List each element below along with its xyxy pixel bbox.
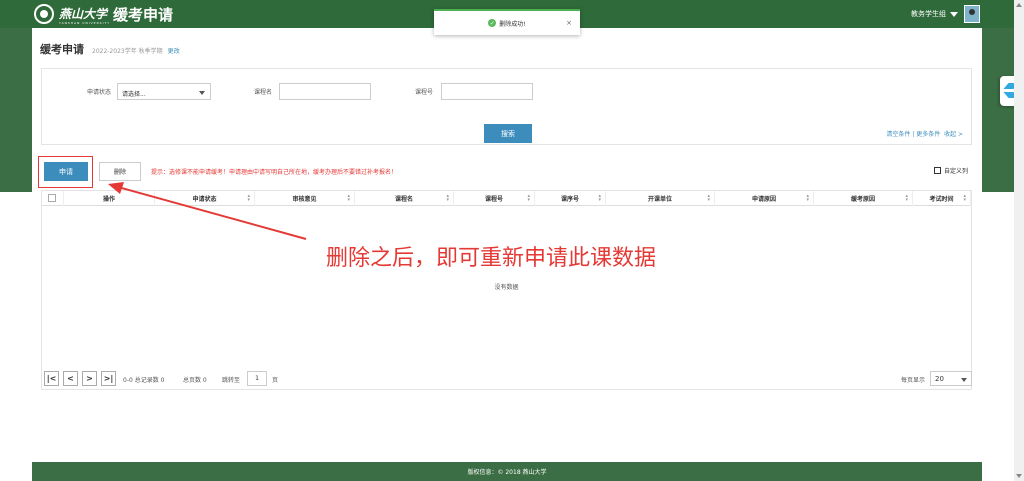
record-info: 0-0 总记录数 0: [123, 377, 165, 384]
caret-down-icon[interactable]: [950, 11, 958, 17]
clear-conditions-link[interactable]: 清空条件: [886, 131, 910, 138]
sort-icon: ▴ ▾: [963, 193, 966, 203]
sort-icon: ▴ ▾: [247, 193, 250, 203]
sort-icon: ▴ ▾: [598, 193, 601, 203]
table-header: 操作 申请状态 ▴ ▾ 审核意见 ▴ ▾ 课程名 ▴ ▾ 课程号 ▴ ▾ 课序号 ▴ ▾ 开课单位 ▴…: [42, 191, 971, 206]
per-page-value: 20: [935, 375, 944, 383]
check-icon: ✓: [488, 19, 497, 27]
column-label: 开课单位: [647, 196, 672, 203]
apply-button[interactable]: 申请: [44, 162, 88, 181]
last-page-button[interactable]: >|: [101, 371, 116, 386]
column-header-course-no[interactable]: 课程号 ▴ ▾: [454, 191, 535, 206]
per-page-label: 每页显示: [900, 377, 925, 384]
column-label: 课程名: [394, 196, 413, 203]
column-header-department[interactable]: 开课单位 ▴ ▾: [606, 191, 715, 206]
close-icon[interactable]: ×: [566, 19, 572, 27]
course-no-input[interactable]: [441, 83, 533, 100]
status-select-value: 请选择...: [122, 91, 146, 98]
page-scrollbar[interactable]: [1014, 0, 1024, 481]
column-label: 缓考原因: [850, 196, 875, 203]
avatar[interactable]: [964, 5, 980, 23]
annotation-text: 删除之后，即可重新申请此课数据: [326, 246, 657, 271]
jump-label: 跳转至: [222, 377, 241, 384]
first-page-button[interactable]: |<: [44, 371, 59, 386]
column-header-review[interactable]: 审核意见 ▴ ▾: [255, 191, 355, 206]
column-header-exam-time[interactable]: 考试时间 ▴ ▾: [913, 191, 971, 206]
sort-icon: ▴ ▾: [707, 193, 710, 203]
page-unit: 页: [272, 377, 279, 384]
sort-icon: ▴ ▾: [806, 193, 809, 203]
user-menu[interactable]: 教务学生组: [911, 5, 980, 23]
column-label: 申请原因: [751, 196, 776, 203]
sort-icon: ▴ ▾: [527, 193, 530, 203]
sort-icon: ▴ ▾: [446, 193, 449, 203]
select-all-cell: [42, 191, 64, 206]
column-label: 考试时间: [929, 196, 954, 203]
status-label: 申请状态: [87, 89, 112, 96]
per-page-select[interactable]: 20: [930, 371, 972, 386]
sort-icon: ▴ ▾: [347, 193, 350, 203]
change-term-link[interactable]: 更改: [168, 46, 180, 55]
search-links: 清空条件 | 更多条件 收起 >: [886, 131, 963, 138]
chevron-down-icon: [199, 91, 205, 95]
column-label: 操作: [102, 196, 115, 203]
toolbar: 申请 删除 提示：选修课不能申请缓考！申请理由中请写明自己所在地，缓考办理后不要…: [38, 156, 972, 188]
school-name: 燕山大学: [59, 7, 108, 21]
sort-icon: ▴ ▾: [905, 193, 908, 203]
success-toast: ✓ 删除成功! ×: [434, 9, 580, 35]
column-header-course-name[interactable]: 课程名 ▴ ▾: [355, 191, 454, 206]
search-button[interactable]: 搜索: [484, 124, 532, 143]
page-title: 缓考申请: [40, 43, 84, 56]
data-table: 操作 申请状态 ▴ ▾ 审核意见 ▴ ▾ 课程名 ▴ ▾ 课程号 ▴ ▾ 课序号 ▴ ▾ 开课单位 ▴…: [41, 190, 972, 390]
course-no-label: 课程号: [415, 89, 434, 96]
custom-columns-button[interactable]: 自定义列: [933, 166, 968, 175]
column-header-defer-reason[interactable]: 缓考原因 ▴ ▾: [814, 191, 913, 206]
scroll-up-icon[interactable]: [1016, 3, 1022, 7]
app-title: 缓考申请: [113, 5, 174, 24]
empty-message: 没有数据: [494, 284, 519, 291]
page-header: 缓考申请 2022-2023学年 秋季学期 更改: [40, 41, 180, 57]
collapse-link[interactable]: 收起 >: [944, 131, 963, 138]
select-all-checkbox[interactable]: [48, 194, 56, 202]
column-header-section-no[interactable]: 课序号 ▴ ▾: [535, 191, 606, 206]
term-label: 2022-2023学年 秋季学期: [92, 48, 163, 55]
jump-page-input[interactable]: 1: [247, 371, 267, 386]
next-page-button[interactable]: >: [82, 371, 97, 386]
pagination: |< < > >| 0-0 总记录数 0 总页数 0 跳转至 1 页 每页显示 …: [41, 369, 972, 389]
search-form: 申请状态 请选择... 课程名 课程号 搜索 清空条件 | 更多条件 收起 >: [41, 68, 972, 145]
school-english-name: YANSHAN UNIVERSITY: [59, 21, 111, 25]
tip-text: 提示：选修课不能申请缓考！申请理由中请写明自己所在地，缓考办理后不要错过补考报名…: [151, 169, 398, 176]
status-select[interactable]: 请选择...: [117, 83, 211, 100]
course-name-input[interactable]: [279, 83, 371, 100]
footer: 版权信息：© 2018 燕山大学: [32, 462, 982, 481]
columns-icon: [933, 167, 941, 174]
column-label: 申请状态: [192, 196, 217, 203]
column-header-status[interactable]: 申请状态 ▴ ▾: [155, 191, 255, 206]
logo: 燕山大学 YANSHAN UNIVERSITY 缓考申请: [34, 3, 173, 25]
university-emblem-icon: [34, 4, 54, 24]
user-name: 教务学生组: [911, 10, 946, 18]
column-header-apply-reason[interactable]: 申请原因 ▴ ▾: [715, 191, 814, 206]
copyright-text: 版权信息：© 2018 燕山大学: [467, 469, 547, 476]
prev-page-button[interactable]: <: [63, 371, 78, 386]
course-name-label: 课程名: [254, 89, 273, 96]
delete-button[interactable]: 删除: [99, 162, 141, 181]
column-label: 课序号: [560, 196, 579, 203]
column-label: 审核意见: [292, 196, 317, 203]
more-conditions-link[interactable]: 更多条件: [916, 131, 940, 138]
page-count: 总页数 0: [183, 377, 207, 384]
scroll-down-icon[interactable]: [1016, 474, 1022, 478]
custom-columns-label: 自定义列: [943, 168, 968, 175]
toast-message: 删除成功!: [499, 20, 526, 28]
column-label: 课程号: [484, 196, 503, 203]
chevron-down-icon: [961, 378, 967, 382]
search-fields: 申请状态 请选择... 课程名 课程号: [42, 83, 971, 101]
column-header-action[interactable]: 操作: [64, 191, 155, 206]
